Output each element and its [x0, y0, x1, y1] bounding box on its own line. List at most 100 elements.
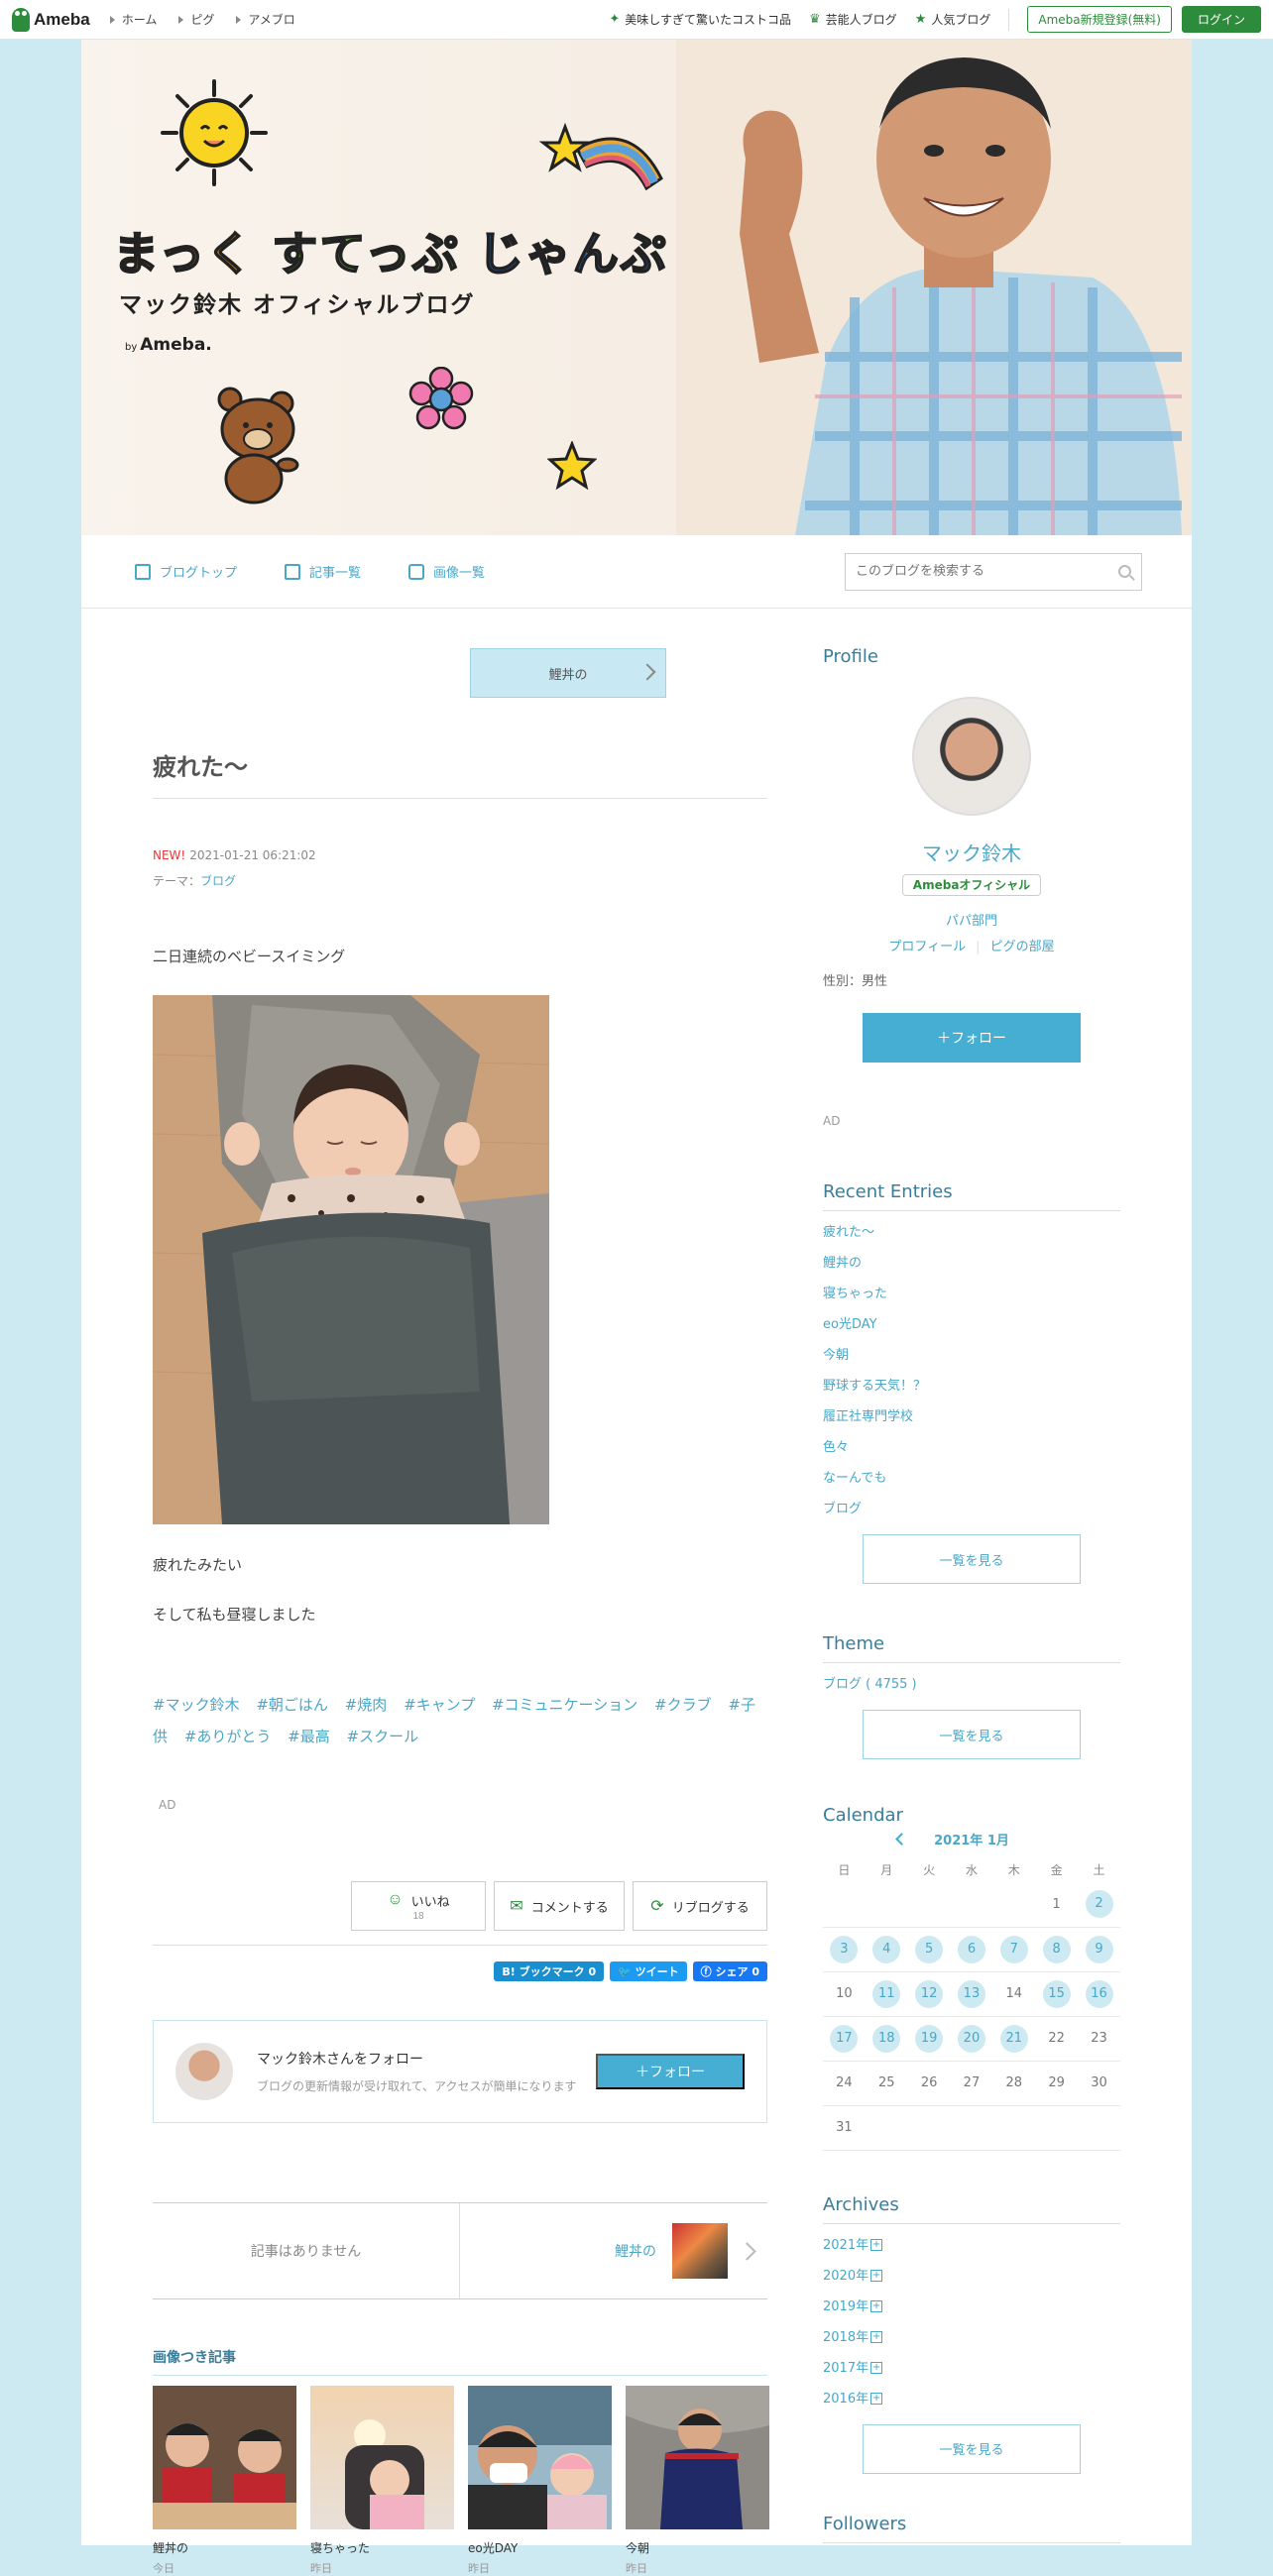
- category-link[interactable]: パパ部門: [946, 914, 997, 929]
- nav-image-list[interactable]: 画像一覧: [408, 562, 485, 581]
- calendar-day-link[interactable]: 19: [915, 2024, 944, 2053]
- calendar-day-link[interactable]: 17: [830, 2024, 859, 2053]
- recent-entry-link[interactable]: 鯉丼の: [823, 1248, 1120, 1279]
- chevron-left-icon[interactable]: [895, 1833, 908, 1846]
- image-entry-title: 寝ちゃった: [310, 2541, 371, 2555]
- calendar-day-link[interactable]: 7: [999, 1935, 1028, 1963]
- plus-icon[interactable]: +: [870, 2300, 883, 2312]
- profile-avatar[interactable]: [912, 697, 1031, 816]
- calendar-heading: Calendar: [823, 1805, 903, 1826]
- hashtag-link[interactable]: #ありがとう: [184, 1728, 272, 1745]
- hashtag-link[interactable]: #マック鈴木: [153, 1696, 240, 1714]
- recent-entry-link[interactable]: 疲れた〜: [823, 1217, 1120, 1248]
- hashtag-link[interactable]: #クラブ: [654, 1696, 712, 1714]
- nav-blog-top[interactable]: ブログトップ: [135, 562, 237, 581]
- archive-year-link[interactable]: 2019年 +: [823, 2292, 1120, 2322]
- nav-ameblo[interactable]: アメブロ: [236, 11, 295, 28]
- calendar-day-link[interactable]: 16: [1085, 1979, 1113, 2008]
- nav-home[interactable]: ホーム: [109, 11, 157, 28]
- image-entry-thumbnail: [626, 2386, 769, 2529]
- archive-year-link[interactable]: 2017年 +: [823, 2353, 1120, 2384]
- calendar-day-link[interactable]: 20: [957, 2024, 985, 2053]
- pick-costco[interactable]: ✦ 美味しすぎて驚いたコストコ品: [609, 11, 791, 28]
- follow-button[interactable]: ＋フォロー: [596, 2054, 745, 2089]
- archive-year-link[interactable]: 2016年 +: [823, 2384, 1120, 2414]
- archives-see-all-button[interactable]: 一覧を見る: [863, 2423, 1081, 2474]
- plus-icon[interactable]: +: [870, 2270, 883, 2282]
- plus-icon[interactable]: +: [870, 2362, 883, 2374]
- calendar-day-link[interactable]: 18: [872, 2024, 901, 2053]
- calendar-day-link[interactable]: 9: [1085, 1935, 1113, 1963]
- login-button[interactable]: ログイン: [1181, 6, 1261, 33]
- hashtag-link[interactable]: #最高: [288, 1728, 330, 1745]
- recent-entry-link[interactable]: 履正社専門学校: [823, 1401, 1120, 1432]
- archive-year-link[interactable]: 2021年 +: [823, 2230, 1120, 2261]
- calendar-day-link[interactable]: 13: [957, 1979, 985, 2008]
- calendar-day-link[interactable]: 5: [915, 1935, 944, 1963]
- image-entry-card[interactable]: 寝ちゃった 昨日: [310, 2386, 454, 2576]
- nav-entry-list[interactable]: 記事一覧: [285, 562, 361, 581]
- pigg-room-link[interactable]: ピグの部屋: [990, 940, 1055, 954]
- recent-entry-link[interactable]: 野球する天気！？: [823, 1371, 1120, 1401]
- recent-entry-link[interactable]: ブログ: [823, 1494, 1120, 1524]
- calendar-day-link[interactable]: 11: [872, 1979, 901, 2008]
- next-entry-link[interactable]: 鯉丼の: [460, 2203, 767, 2298]
- frog-icon: [12, 7, 30, 32]
- recent-entry-link[interactable]: 寝ちゃった: [823, 1279, 1120, 1309]
- calendar-day-link[interactable]: 21: [999, 2024, 1028, 2053]
- hashtag-link[interactable]: #スクール: [347, 1728, 419, 1745]
- hashtag-link[interactable]: #キャンプ: [404, 1696, 475, 1714]
- recent-see-all-button[interactable]: 一覧を見る: [863, 1534, 1081, 1584]
- next-entry-top-button[interactable]: 鯉丼の: [470, 648, 666, 698]
- nav-pigg[interactable]: ピグ: [178, 11, 214, 28]
- plus-icon[interactable]: +: [870, 2239, 883, 2251]
- calendar-day-link[interactable]: 3: [830, 1935, 859, 1963]
- theme-see-all-button[interactable]: 一覧を見る: [863, 1710, 1081, 1759]
- sidebar-follow-button[interactable]: ＋フォロー: [863, 1013, 1081, 1063]
- theme-item-link[interactable]: ブログ ( 4755 ): [823, 1669, 1120, 1700]
- profile-link[interactable]: プロフィール: [888, 940, 966, 954]
- register-button[interactable]: Ameba新規登録(無料): [1027, 6, 1172, 33]
- recent-entry-link[interactable]: eo光DAY: [823, 1309, 1120, 1340]
- pick-popular[interactable]: ★ 人気ブログ: [915, 11, 991, 28]
- calendar-month: 2021年 1月: [934, 1834, 1009, 1848]
- search-icon[interactable]: [1118, 565, 1131, 578]
- reblog-button[interactable]: ⟳ リブログする: [633, 1881, 767, 1931]
- blog-search-input[interactable]: [856, 564, 1118, 579]
- hashtag-link[interactable]: #コミュニケーション: [492, 1696, 637, 1714]
- plus-icon[interactable]: +: [870, 2393, 883, 2405]
- like-button[interactable]: ☺ いいね 18: [351, 1881, 486, 1931]
- pick-celebrity[interactable]: ♛ 芸能人ブログ: [809, 11, 897, 28]
- plus-icon[interactable]: +: [870, 2331, 883, 2343]
- image-entry-card[interactable]: 今朝 昨日: [626, 2386, 769, 2576]
- image-entry-card[interactable]: 鯉丼の 今日: [153, 2386, 296, 2576]
- calendar-day-link[interactable]: 15: [1042, 1979, 1071, 2008]
- weekday-label: 金: [1050, 1862, 1063, 1877]
- recent-entry-link[interactable]: 今朝: [823, 1340, 1120, 1371]
- calendar-day-link[interactable]: 2: [1085, 1890, 1113, 1919]
- ameba-logo[interactable]: Ameba: [12, 7, 90, 32]
- calendar-day-link[interactable]: 12: [915, 1979, 944, 2008]
- archive-year-link[interactable]: 2018年 +: [823, 2322, 1120, 2353]
- facebook-share-button[interactable]: ⓕ シェア 0: [692, 1961, 767, 1981]
- comment-button[interactable]: ✉ コメントする: [494, 1881, 625, 1931]
- recent-entry-link[interactable]: なーんでも: [823, 1463, 1120, 1494]
- calendar-day-link[interactable]: 8: [1042, 1935, 1071, 1963]
- next-entry-thumbnail: [672, 2223, 728, 2279]
- entry-photo[interactable]: [153, 995, 549, 1524]
- tweet-button[interactable]: 🐦 ツイート: [610, 1961, 687, 1981]
- archive-year-link[interactable]: 2020年 +: [823, 2261, 1120, 2292]
- hashtag-link[interactable]: #焼肉: [345, 1696, 388, 1714]
- calendar-day-link[interactable]: 4: [872, 1935, 901, 1963]
- blog-header-banner[interactable]: まっく すてっぷ じゃんぷ マック鈴木 オフィシャルブログ by Ameba.: [81, 40, 1192, 535]
- profile-name[interactable]: マック鈴木: [823, 838, 1120, 866]
- theme-link[interactable]: ブログ: [200, 874, 236, 888]
- hatena-bookmark-button[interactable]: B! ブックマーク 0: [494, 1961, 605, 1981]
- recent-entry-link[interactable]: 色々: [823, 1432, 1120, 1463]
- global-header: Ameba ホーム ピグ アメブロ ✦ 美味しすぎて驚いたコストコ品 ♛ 芸能人ブロ…: [0, 0, 1273, 40]
- image-entry-card[interactable]: eo光DAY 昨日: [468, 2386, 612, 2576]
- calendar-empty: [907, 1882, 951, 1928]
- calendar-day: 6: [950, 1927, 993, 1972]
- hashtag-link[interactable]: #朝ごはん: [256, 1696, 328, 1714]
- calendar-day-link[interactable]: 6: [957, 1935, 985, 1963]
